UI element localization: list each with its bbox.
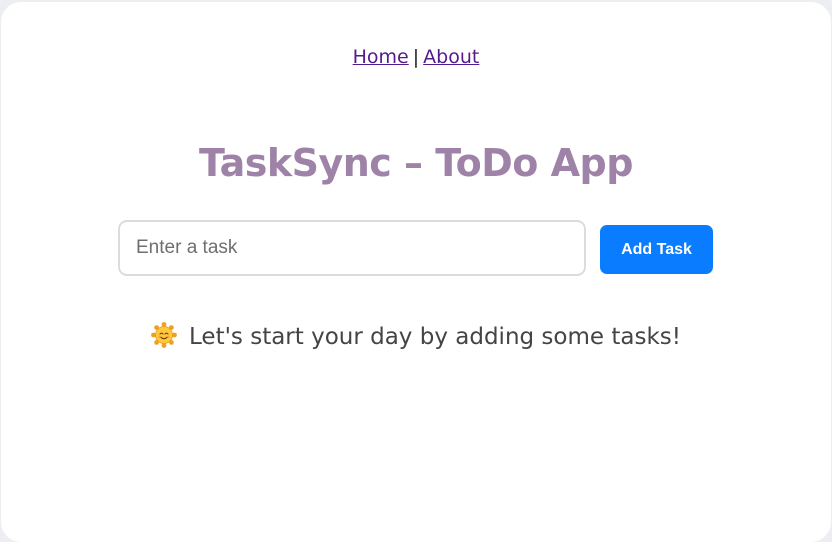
nav-about-link[interactable]: About — [423, 46, 479, 68]
smiling-sun-icon — [151, 322, 177, 348]
empty-state-text: Let's start your day by adding some task… — [189, 324, 681, 350]
add-task-button[interactable]: Add Task — [600, 225, 713, 274]
app-window: Home|About TaskSync – ToDo App Add Task … — [1, 2, 831, 542]
top-nav: Home | About — [1, 46, 831, 68]
task-input[interactable] — [118, 220, 586, 276]
nav-home-link[interactable]: Home — [353, 46, 409, 68]
nav-separator: | — [412, 46, 420, 68]
page-title: TaskSync – ToDo App — [199, 141, 633, 185]
empty-state-message: Let's start your day by adding some task… — [1, 321, 831, 353]
